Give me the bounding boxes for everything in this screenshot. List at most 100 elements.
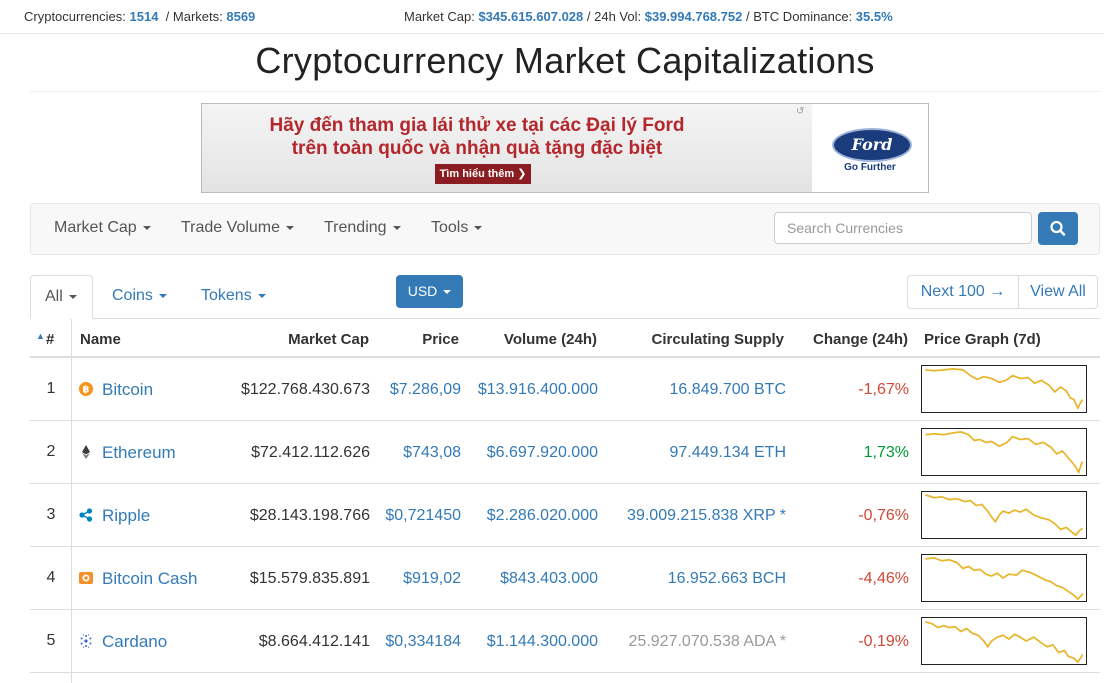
- cardano-icon: [80, 634, 92, 648]
- ford-logo: Ford: [832, 128, 912, 162]
- title-divider: [30, 91, 1100, 92]
- nav-trade-volume[interactable]: Trade Volume: [181, 219, 295, 237]
- col-rank[interactable]: #: [46, 331, 54, 348]
- volume-total[interactable]: $39.994.768.752: [645, 9, 743, 24]
- caret-down-icon: [443, 290, 452, 295]
- market-cap-cell: $8.664.412.141: [258, 633, 370, 650]
- supply-link[interactable]: 97.449.134 ETH: [600, 444, 786, 462]
- svg-text:฿: ฿: [83, 385, 90, 396]
- volume-link[interactable]: $6.697.920.000: [460, 444, 598, 462]
- next-100-button[interactable]: Next 100 →: [908, 276, 1019, 308]
- header-divider: [30, 356, 1100, 358]
- coin-name-link[interactable]: Cardano: [102, 632, 167, 652]
- col-price-graph: Price Graph (7d): [924, 331, 1041, 348]
- nav-tools-label: Tools: [431, 219, 469, 236]
- change-cell: -1,67%: [858, 381, 909, 398]
- cryptocurrencies-count[interactable]: 1514: [130, 9, 159, 24]
- ad-refresh-icon[interactable]: ↺: [796, 106, 804, 117]
- volume-link[interactable]: $13.916.400.000: [460, 381, 598, 399]
- price-sparkline[interactable]: [921, 428, 1087, 476]
- market-cap-cell: $72.412.112.626: [251, 444, 370, 461]
- nav-market-cap[interactable]: Market Cap: [54, 219, 151, 237]
- page-title: Cryptocurrency Market Capitalizations: [255, 40, 875, 81]
- col-price[interactable]: Price: [380, 331, 459, 348]
- market-cap-total[interactable]: $345.615.607.028: [478, 9, 583, 24]
- price-link[interactable]: $743,08: [370, 444, 461, 462]
- caret-down-icon: [257, 293, 266, 298]
- sort-asc-icon[interactable]: ▲: [36, 331, 45, 341]
- price-link[interactable]: $919,02: [370, 570, 461, 588]
- coin-name-link[interactable]: Ethereum: [102, 443, 176, 463]
- global-stats-bar: Cryptocurrencies: 1514 / Markets: 8569 M…: [0, 0, 1104, 34]
- bitcoin-icon: ฿: [79, 382, 93, 396]
- supply-link[interactable]: 39.009.215.838 XRP *: [600, 507, 786, 525]
- search-input[interactable]: [774, 212, 1032, 244]
- volume-link[interactable]: $2.286.020.000: [460, 507, 598, 525]
- supply-link[interactable]: 16.849.700 BTC: [600, 381, 786, 399]
- price-link[interactable]: $0,721450: [370, 507, 461, 525]
- pagination: Next 100 → View All: [907, 275, 1098, 309]
- tab-all-label: All: [45, 288, 63, 305]
- coin-name-link[interactable]: Ripple: [102, 506, 150, 526]
- search-button[interactable]: [1038, 212, 1078, 245]
- rank-cell: 4: [46, 569, 56, 586]
- price-link[interactable]: $7.286,09: [370, 381, 461, 399]
- markets-count[interactable]: 8569: [226, 9, 255, 24]
- ad-line-2: trên toàn quốc và nhận quà tặng đặc biệt: [291, 138, 663, 159]
- caret-down-icon: [158, 293, 167, 298]
- coin-name-link[interactable]: Bitcoin: [102, 380, 153, 400]
- stats-right: Market Cap: $345.615.607.028 / 24h Vol: …: [404, 9, 893, 24]
- nav-tools[interactable]: Tools: [431, 219, 483, 237]
- nav-market-cap-label: Market Cap: [54, 219, 137, 236]
- rank-cell: 2: [46, 443, 56, 460]
- btc-dominance[interactable]: 35.5%: [856, 9, 893, 24]
- market-cap-cell: $15.579.835.891: [249, 570, 370, 587]
- col-change[interactable]: Change (24h): [795, 331, 908, 348]
- bitcoin-cash-icon: [79, 572, 93, 584]
- ad-tagline: Go Further: [844, 162, 896, 173]
- change-cell: -4,46%: [858, 570, 909, 587]
- coin-name-link[interactable]: Bitcoin Cash: [102, 569, 197, 589]
- price-sparkline[interactable]: [921, 554, 1087, 602]
- tab-all[interactable]: All: [30, 275, 93, 319]
- caret-down-icon: [286, 225, 295, 230]
- nav-trending[interactable]: Trending: [324, 219, 401, 237]
- tab-coins[interactable]: Coins: [112, 287, 167, 305]
- price-sparkline[interactable]: [921, 617, 1087, 665]
- ad-cta-button[interactable]: Tìm hiểu thêm ❯: [435, 164, 531, 184]
- caret-down-icon: [392, 225, 401, 230]
- price-link[interactable]: $0,334184: [370, 633, 461, 651]
- volume-link[interactable]: $1.144.300.000: [460, 633, 598, 651]
- supply-link[interactable]: 16.952.663 BCH: [600, 570, 786, 588]
- currency-dropdown[interactable]: USD: [396, 275, 463, 308]
- col-volume[interactable]: Volume (24h): [470, 331, 597, 348]
- row-divider: [30, 672, 1100, 673]
- market-cap-cell: $28.143.198.766: [249, 507, 370, 524]
- ripple-icon: [79, 508, 93, 522]
- ad-line-1: Hãy đến tham gia lái thử xe tại các Đại …: [269, 115, 685, 136]
- stats-left: Cryptocurrencies: 1514 / Markets: 8569: [24, 9, 255, 24]
- rank-cell: 3: [46, 506, 56, 523]
- col-supply[interactable]: Circulating Supply: [610, 331, 784, 348]
- change-cell: 1,73%: [863, 444, 909, 461]
- ad-content[interactable]: Hãy đến tham gia lái thử xe tại các Đại …: [202, 104, 812, 192]
- view-all-button[interactable]: View All: [1018, 276, 1098, 308]
- row-divider: [30, 546, 1100, 547]
- change-cell: -0,19%: [858, 633, 909, 650]
- supply-link[interactable]: 25.927.070.538 ADA *: [600, 633, 786, 651]
- ad-logo-panel: Ford Go Further: [812, 104, 928, 192]
- col-name[interactable]: Name: [80, 331, 121, 348]
- ad-banner[interactable]: Hãy đến tham gia lái thử xe tại các Đại …: [201, 103, 929, 193]
- markets-label: / Markets:: [165, 9, 223, 24]
- ethereum-icon: [82, 445, 90, 459]
- tabs-divider: [30, 318, 1100, 319]
- currency-label: USD: [407, 283, 438, 299]
- market-cap-label: Market Cap:: [404, 9, 475, 24]
- main-nav: Market Cap Trade Volume Trending Tools: [30, 203, 1100, 255]
- tab-tokens[interactable]: Tokens: [201, 287, 266, 305]
- col-market-cap[interactable]: Market Cap: [250, 331, 369, 348]
- price-sparkline[interactable]: [921, 365, 1087, 413]
- rank-cell: 5: [46, 632, 56, 649]
- price-sparkline[interactable]: [921, 491, 1087, 539]
- volume-link[interactable]: $843.403.000: [460, 570, 598, 588]
